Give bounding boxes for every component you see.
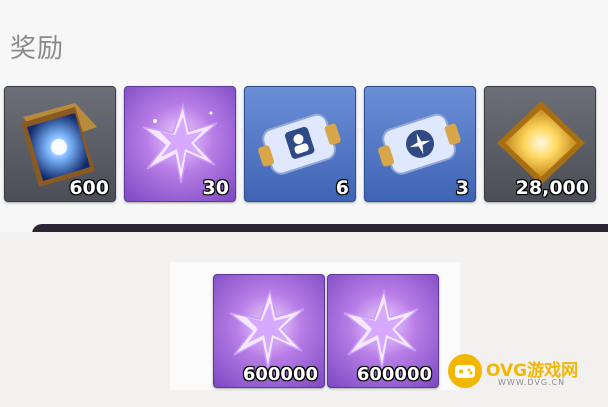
- reward-tile-portrait-ticket[interactable]: 6: [244, 86, 356, 202]
- lower-reward-tile[interactable]: 600000: [213, 274, 325, 388]
- section-title: 奖励: [10, 34, 65, 64]
- gamepad-icon: [448, 354, 482, 388]
- gamepad-glyph: [455, 365, 475, 378]
- rewards-row: 600 30 6 3 28,000: [0, 86, 608, 204]
- quantity-label: 600000: [242, 364, 318, 385]
- quantity-label: 6: [335, 177, 349, 199]
- watermark-url: WWW.DVG.CN: [498, 378, 566, 387]
- reward-tile-gold-gem[interactable]: 28,000: [484, 86, 596, 202]
- quantity-label: 600000: [356, 364, 432, 385]
- quantity-label: 28,000: [515, 177, 589, 199]
- site-watermark: OVG游戏网 WWW.DVG.CN: [446, 350, 602, 396]
- rewards-panel: 奖励 600 30 6 3 28,000: [0, 0, 608, 232]
- reward-tile-tome[interactable]: 600: [4, 86, 116, 202]
- reward-tile-star-crystal[interactable]: 30: [124, 86, 236, 202]
- quantity-label: 600: [69, 177, 109, 199]
- lower-reward-tile[interactable]: 600000: [327, 274, 439, 388]
- reward-tile-star-ticket[interactable]: 3: [364, 86, 476, 202]
- quantity-label: 3: [455, 177, 469, 199]
- quantity-label: 30: [202, 177, 229, 199]
